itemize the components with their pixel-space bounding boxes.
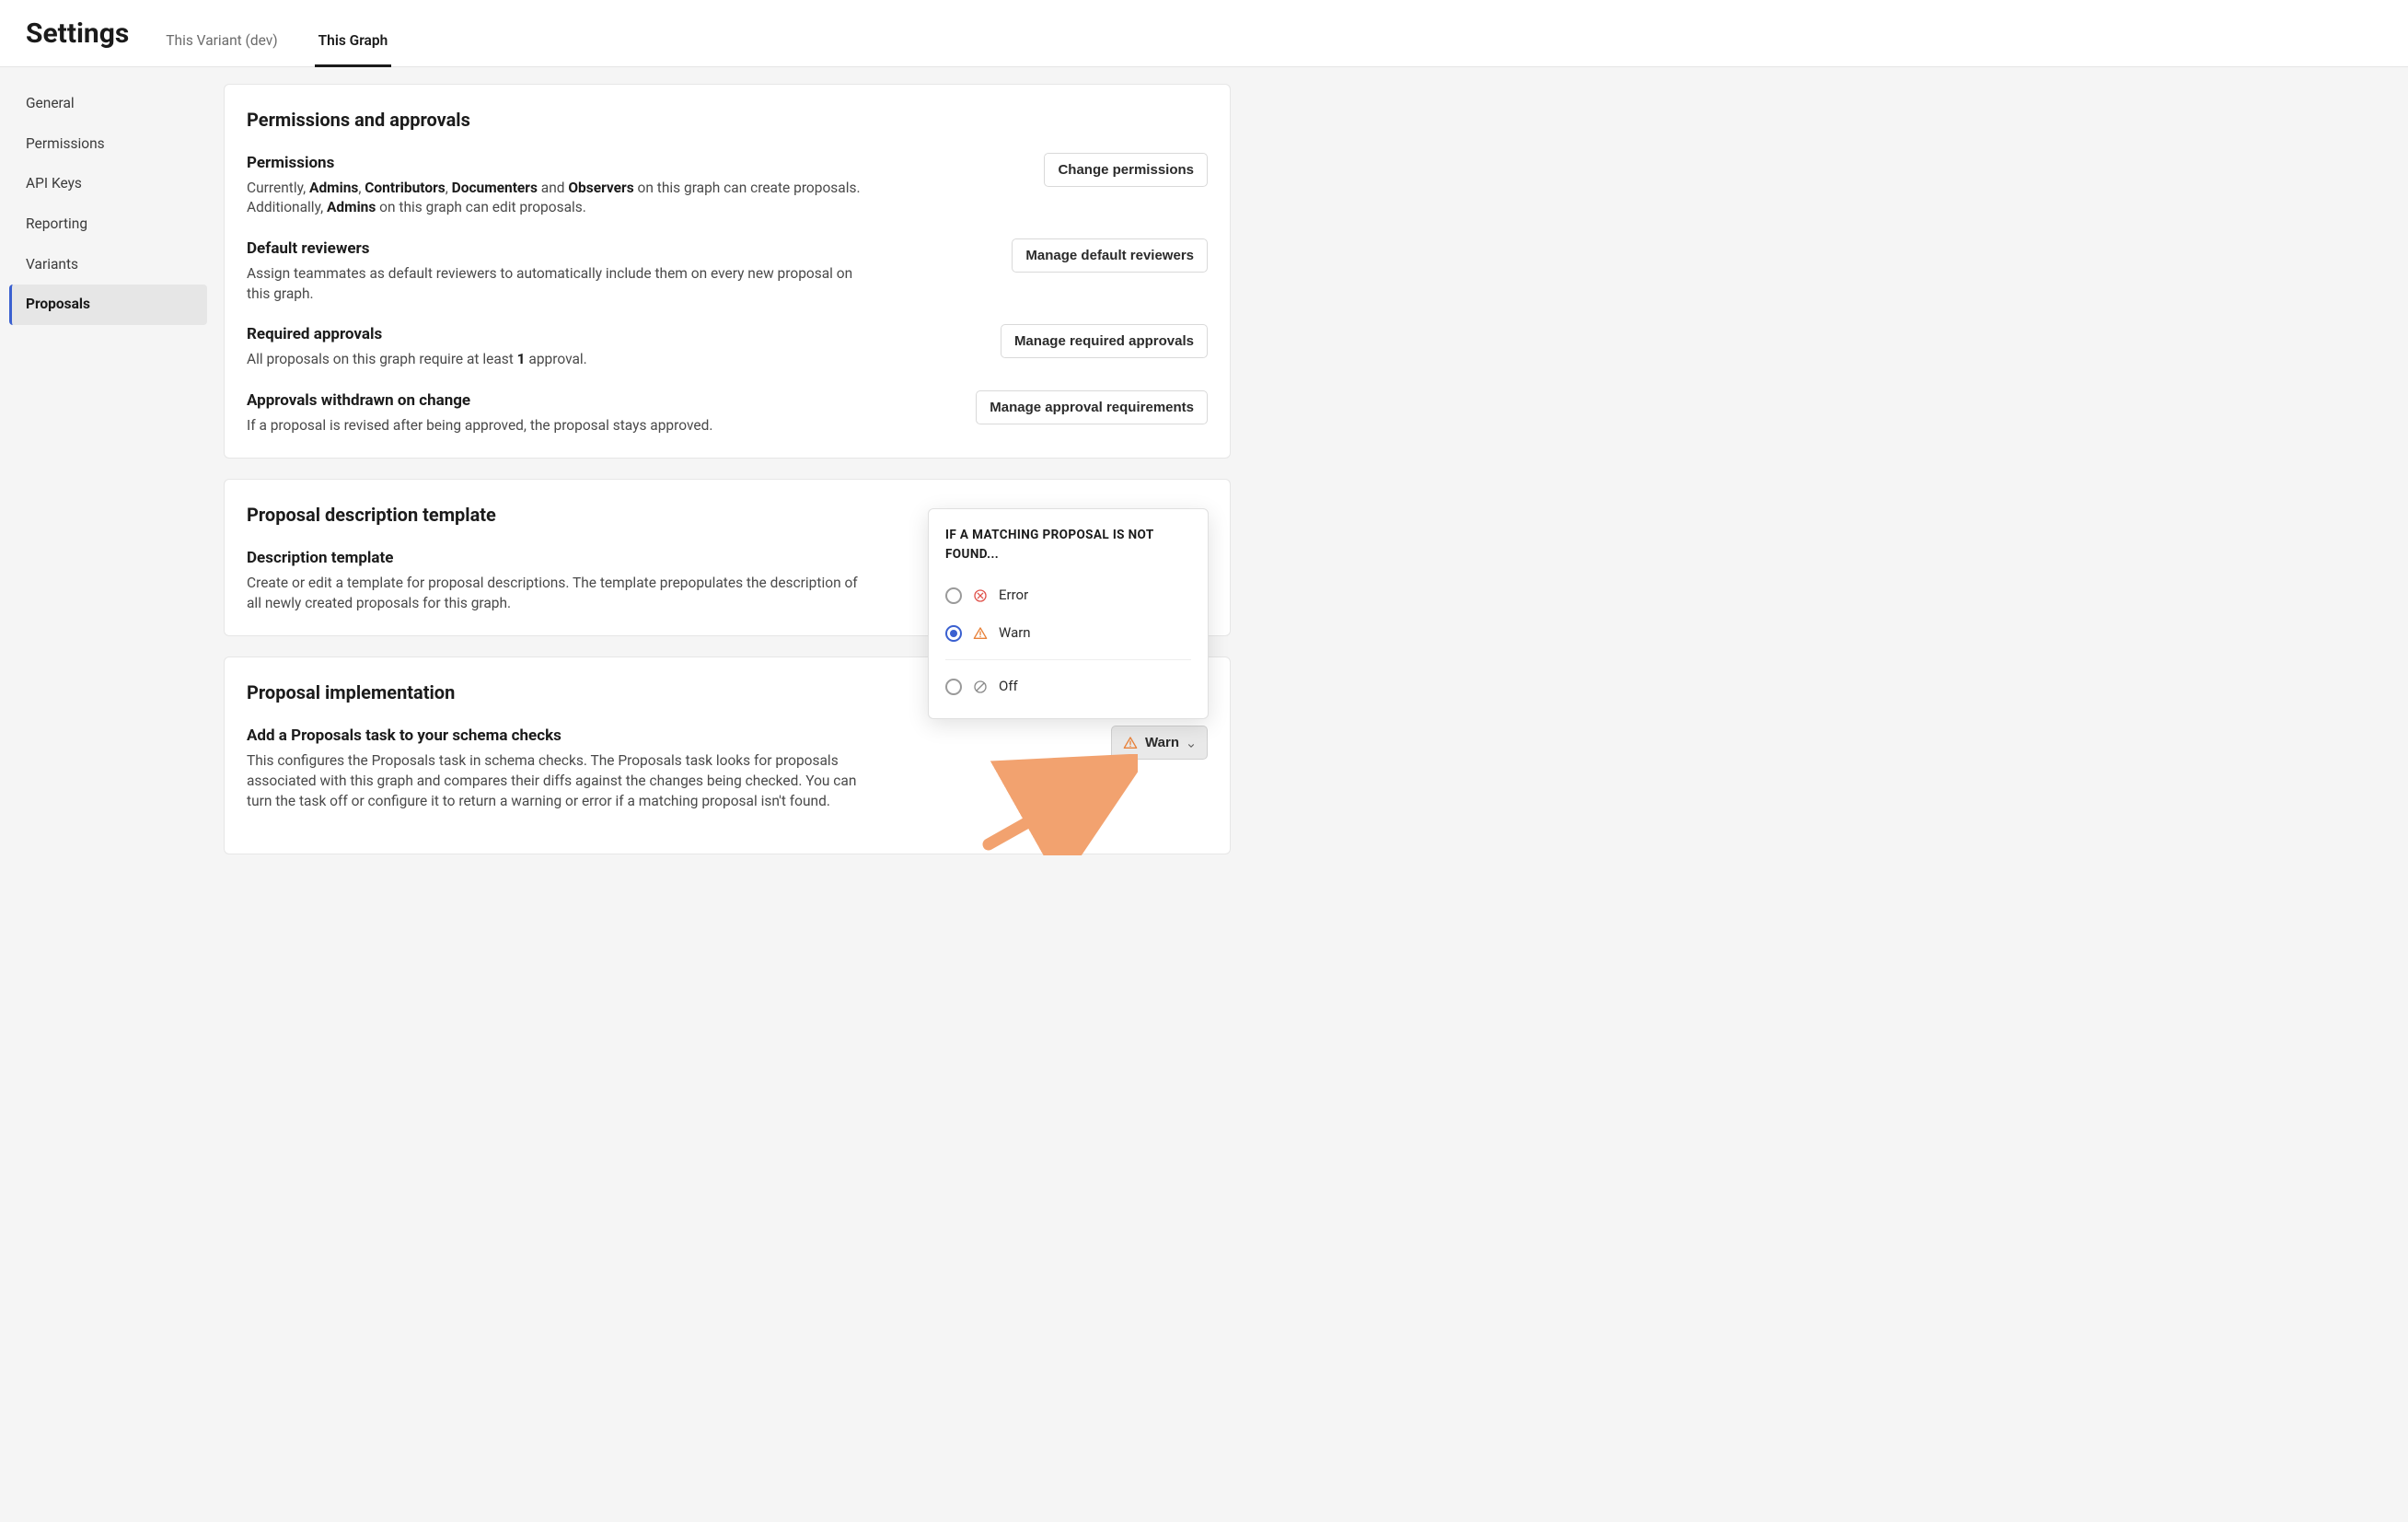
sidebar-item-proposals[interactable]: Proposals [9, 285, 207, 325]
setting-label: Add a Proposals task to your schema chec… [247, 726, 873, 748]
setting-label: Permissions [247, 153, 873, 175]
popover-title: IF A MATCHING PROPOSAL IS NOT FOUND... [945, 526, 1191, 564]
setting-approvals-withdrawn: Approvals withdrawn on change If a propo… [247, 390, 1208, 436]
sidebar-item-general[interactable]: General [9, 84, 207, 124]
sidebar: General Permissions API Keys Reporting V… [0, 67, 216, 1522]
content: Permissions and approvals Permissions Cu… [216, 67, 1247, 1522]
header: Settings This Variant (dev) This Graph [0, 0, 2408, 67]
popover-option-error[interactable]: Error [945, 576, 1191, 614]
tab-this-variant[interactable]: This Variant (dev) [162, 31, 281, 67]
proposals-task-popover: IF A MATCHING PROPOSAL IS NOT FOUND... E… [928, 508, 1209, 720]
sidebar-item-permissions[interactable]: Permissions [9, 124, 207, 165]
warn-triangle-icon [1123, 736, 1138, 750]
setting-label: Required approvals [247, 324, 873, 346]
card-title: Permissions and approvals [247, 107, 1208, 133]
setting-desc: Currently, Admins, Contributors, Documen… [247, 179, 873, 218]
setting-desc: This configures the Proposals task in sc… [247, 751, 873, 811]
warn-triangle-icon [973, 626, 988, 641]
setting-desc: All proposals on this graph require at l… [247, 350, 873, 370]
setting-desc: If a proposal is revised after being app… [247, 416, 873, 436]
radio-icon [945, 625, 962, 642]
option-label: Off [999, 677, 1018, 696]
option-label: Warn [999, 623, 1031, 643]
tab-this-graph[interactable]: This Graph [315, 31, 392, 67]
sidebar-item-reporting[interactable]: Reporting [9, 204, 207, 245]
select-current-label: Warn [1145, 735, 1179, 750]
card-proposal-implementation: Proposal implementation Add a Proposals … [224, 656, 1231, 854]
setting-proposals-task: Add a Proposals task to your schema chec… [247, 726, 1208, 811]
setting-label: Default reviewers [247, 238, 873, 261]
option-label: Error [999, 586, 1028, 605]
change-permissions-button[interactable]: Change permissions [1044, 153, 1208, 187]
setting-desc: Assign teammates as default reviewers to… [247, 264, 873, 304]
off-circle-icon [973, 680, 988, 694]
setting-permissions: Permissions Currently, Admins, Contribut… [247, 153, 1208, 218]
setting-desc: Create or edit a template for proposal d… [247, 574, 873, 613]
radio-icon [945, 679, 962, 695]
sidebar-item-variants[interactable]: Variants [9, 245, 207, 285]
setting-default-reviewers: Default reviewers Assign teammates as de… [247, 238, 1208, 304]
sidebar-item-api-keys[interactable]: API Keys [9, 164, 207, 204]
proposals-task-select[interactable]: Warn [1111, 726, 1208, 760]
tabs: This Variant (dev) This Graph [162, 31, 391, 66]
setting-required-approvals: Required approvals All proposals on this… [247, 324, 1208, 369]
radio-icon [945, 587, 962, 604]
page-title: Settings [26, 15, 129, 66]
error-circle-icon [973, 588, 988, 603]
manage-required-approvals-button[interactable]: Manage required approvals [1001, 324, 1208, 358]
setting-label: Description template [247, 548, 873, 570]
setting-label: Approvals withdrawn on change [247, 390, 873, 412]
chevron-down-icon [1187, 738, 1196, 748]
popover-option-off[interactable]: Off [945, 668, 1191, 705]
popover-option-warn[interactable]: Warn [945, 614, 1191, 652]
manage-approval-requirements-button[interactable]: Manage approval requirements [976, 390, 1208, 424]
card-permissions-approvals: Permissions and approvals Permissions Cu… [224, 84, 1231, 459]
manage-default-reviewers-button[interactable]: Manage default reviewers [1012, 238, 1208, 273]
